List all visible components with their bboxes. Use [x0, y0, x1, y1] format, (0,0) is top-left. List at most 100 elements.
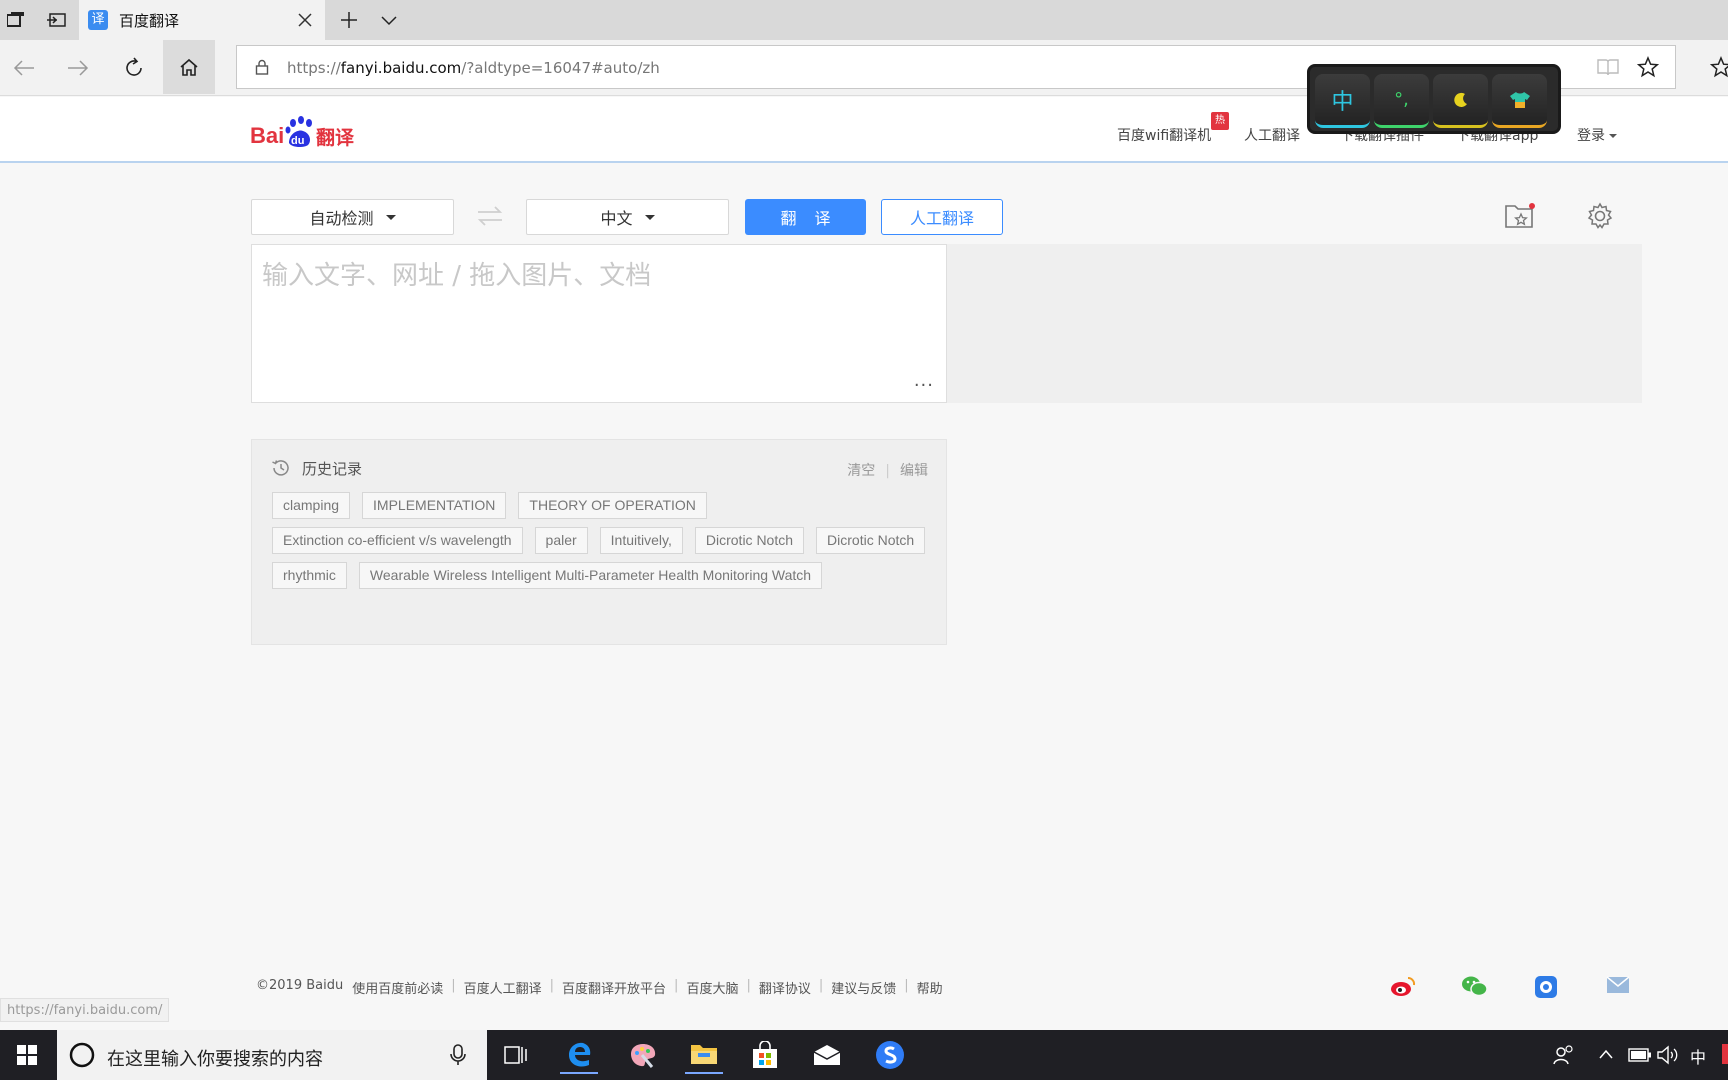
source-text-input[interactable]	[262, 255, 932, 375]
footer-link-help[interactable]: 帮助	[917, 978, 943, 997]
page-footer: ©2019 Baidu 使用百度前必读 | 百度人工翻译 | 百度翻译开放平台 | 百…	[256, 978, 943, 997]
ime-chinese-label: 中	[1331, 89, 1354, 115]
url-suffix: /?aldtype=16047#auto/zh	[461, 59, 660, 77]
ime-skin-button[interactable]	[1492, 74, 1547, 128]
history-tag[interactable]: clamping	[272, 492, 351, 519]
ime-toolbar: 中 °,	[1307, 64, 1561, 134]
history-tag[interactable]: Dicrotic Notch	[816, 527, 926, 554]
taskbar-search-box[interactable]: 在这里输入你要搜索的内容	[57, 1030, 487, 1080]
chevron-down-icon	[385, 214, 396, 220]
edge-browser-icon[interactable]	[560, 1036, 598, 1074]
favorites-folder-icon[interactable]	[1504, 202, 1536, 230]
human-translation-button[interactable]: 人工翻译	[881, 199, 1003, 235]
forward-arrow-icon[interactable]	[58, 48, 98, 88]
history-tag-list: clamping IMPLEMENTATION THEORY OF OPERAT…	[272, 492, 932, 589]
close-tab-icon[interactable]	[295, 10, 315, 30]
svg-text:Bai: Bai	[250, 123, 284, 148]
ime-chinese-mode-button[interactable]: 中	[1315, 74, 1370, 128]
windows-start-icon[interactable]	[8, 1036, 46, 1074]
chevron-down-icon	[644, 214, 655, 220]
swap-languages-icon[interactable]	[476, 206, 504, 226]
input-method-indicator[interactable]: 中	[1690, 1044, 1706, 1068]
history-tag[interactable]: Extinction co-efficient v/s wavelength	[272, 527, 523, 554]
translate-button[interactable]: 翻译	[745, 199, 866, 235]
history-actions: 清空 | 编辑	[847, 460, 928, 480]
history-tag[interactable]: Intuitively,	[599, 527, 683, 554]
shirt-icon	[1509, 91, 1530, 108]
volume-icon[interactable]	[1657, 1045, 1679, 1065]
file-explorer-icon[interactable]	[685, 1036, 723, 1074]
sogou-browser-icon[interactable]	[871, 1036, 909, 1074]
cortana-icon	[69, 1042, 95, 1068]
weibo-icon[interactable]	[1390, 975, 1416, 997]
history-panel: 历史记录 清空 | 编辑 clamping IMPLEMENTATION THEOR…	[251, 439, 947, 645]
header-link-human-translation[interactable]: 人工翻译	[1244, 125, 1300, 145]
ime-punctuation-label: °,	[1394, 89, 1409, 110]
translation-output-area	[947, 244, 1642, 403]
history-title: 历史记录	[302, 460, 363, 478]
notification-indicator[interactable]	[1722, 1044, 1728, 1064]
baidu-translate-favicon: 译	[88, 10, 108, 30]
people-icon[interactable]	[1553, 1044, 1575, 1066]
new-tab-icon[interactable]	[337, 8, 361, 32]
favorite-star-icon[interactable]	[1637, 56, 1659, 78]
history-tag[interactable]: Wearable Wireless Intelligent Multi-Para…	[358, 562, 823, 589]
microsoft-store-icon[interactable]	[746, 1036, 784, 1074]
svg-text:翻译: 翻译	[316, 126, 355, 149]
footer-link-terms[interactable]: 使用百度前必读	[352, 978, 443, 997]
footer-link-baidu-brain[interactable]: 百度大脑	[686, 978, 738, 997]
footer-copyright: ©2019 Baidu	[256, 978, 344, 993]
microphone-icon[interactable]	[450, 1044, 466, 1066]
ime-punctuation-button[interactable]: °,	[1374, 74, 1429, 128]
lock-icon	[255, 59, 269, 75]
footer-link-open-platform[interactable]: 百度翻译开放平台	[562, 978, 666, 997]
footer-link-human-translation[interactable]: 百度人工翻译	[464, 978, 542, 997]
paint-app-icon[interactable]	[624, 1036, 662, 1074]
settings-gear-icon[interactable]	[1586, 202, 1614, 230]
history-tag[interactable]: IMPLEMENTATION	[362, 492, 507, 519]
back-arrow-icon[interactable]	[4, 48, 44, 88]
footer-link-agreement[interactable]: 翻译协议	[759, 978, 811, 997]
refresh-icon[interactable]	[114, 48, 154, 88]
more-options-icon[interactable]: ···	[914, 375, 934, 396]
tab-baidu-translate[interactable]: 译 百度翻译	[79, 0, 325, 40]
header-link-wifi-translator[interactable]: 百度wifi翻译机	[1117, 125, 1211, 145]
history-edit-link[interactable]: 编辑	[900, 463, 928, 479]
browser-tab-bar: 译 百度翻译	[0, 0, 1728, 40]
baidu-app-icon[interactable]	[1534, 975, 1558, 999]
taskbar-search-placeholder: 在这里输入你要搜索的内容	[107, 1049, 323, 1070]
reading-view-icon[interactable]	[1597, 58, 1619, 76]
favorites-hub-icon[interactable]	[1710, 56, 1728, 78]
task-view-icon[interactable]	[497, 1036, 535, 1074]
mail-app-icon[interactable]	[808, 1036, 846, 1074]
divider: |	[746, 978, 751, 993]
divider: |	[674, 978, 679, 993]
source-language-select[interactable]: 自动检测	[251, 199, 454, 235]
history-tag[interactable]: Dicrotic Notch	[694, 527, 805, 554]
target-language-select[interactable]: 中文	[526, 199, 729, 235]
baidu-translate-logo[interactable]: Bai du 翻译	[250, 113, 362, 149]
mail-icon[interactable]	[1606, 976, 1630, 994]
tab-manager-icon[interactable]	[4, 8, 28, 32]
set-aside-tabs-icon[interactable]	[44, 8, 68, 32]
history-clear-link[interactable]: 清空	[847, 463, 875, 479]
ime-moon-button[interactable]	[1433, 74, 1488, 128]
battery-icon[interactable]	[1628, 1048, 1652, 1062]
divider: |	[451, 978, 456, 993]
login-caret-icon	[1609, 134, 1618, 138]
home-icon[interactable]	[163, 40, 215, 94]
footer-link-feedback[interactable]: 建议与反馈	[831, 978, 896, 997]
divider: |	[549, 978, 555, 993]
wechat-icon[interactable]	[1461, 975, 1489, 997]
url-text: https://fanyi.baidu.com/?aldtype=16047#a…	[287, 59, 660, 77]
source-text-area: ···	[251, 244, 947, 403]
show-hidden-icons-chevron-up-icon[interactable]	[1598, 1048, 1614, 1060]
divider: |	[885, 463, 890, 479]
history-tag[interactable]: paler	[534, 527, 588, 554]
history-tag[interactable]: THEORY OF OPERATION	[518, 492, 707, 519]
hot-badge: 热	[1211, 112, 1229, 130]
tab-preview-chevron-icon[interactable]	[377, 8, 401, 32]
url-host: fanyi.baidu.com	[340, 59, 462, 77]
history-tag[interactable]: rhythmic	[272, 562, 347, 589]
login-link[interactable]: 登录	[1577, 125, 1618, 145]
